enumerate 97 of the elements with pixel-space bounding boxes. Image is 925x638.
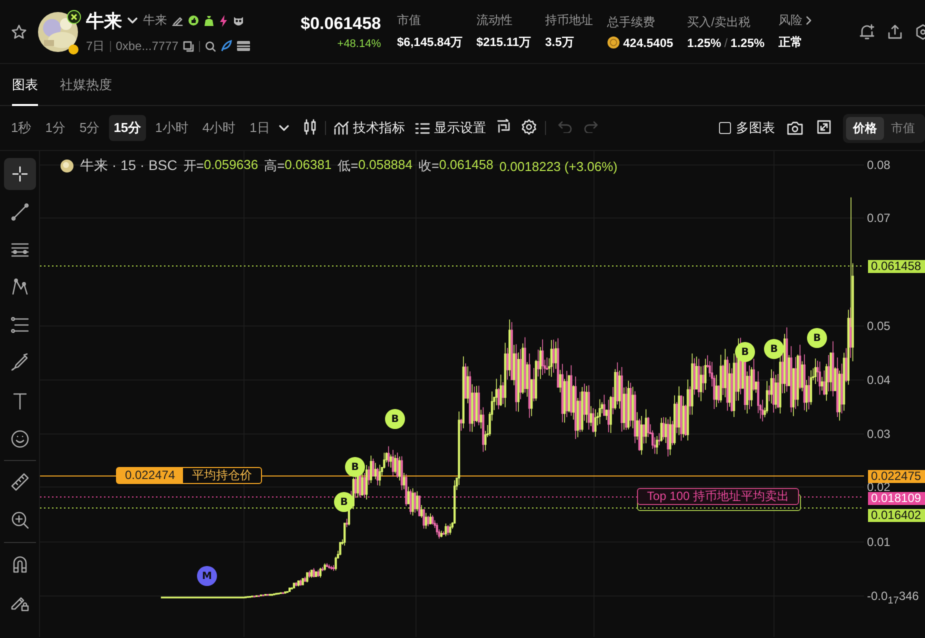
tab[interactable]: 图表	[12, 64, 38, 106]
scale-mode-tab[interactable]: 价格	[846, 116, 884, 140]
share-icon[interactable]	[887, 24, 903, 40]
pencil-icon[interactable]	[172, 15, 183, 26]
buy-marker[interactable]: B	[764, 339, 784, 359]
average-price-title: 平均持仓价	[191, 468, 254, 483]
axis-tick: 0.01	[867, 538, 892, 547]
axis-tick: 0.08	[867, 161, 892, 170]
coin-icon	[607, 36, 620, 49]
interval-tab[interactable]: 5分	[74, 115, 105, 141]
axis-tick: 0.03	[867, 430, 892, 439]
price-axis-label: 0.022475	[868, 470, 925, 483]
bell-plus-icon[interactable]	[859, 24, 875, 40]
list-icon	[414, 122, 430, 134]
change-value: 0.0018223 (+3.06%)	[499, 158, 618, 174]
indicators-button[interactable]: 技术指标	[334, 119, 405, 137]
display-settings-button[interactable]: 显示设置	[414, 119, 486, 137]
fullscreen-icon[interactable]	[817, 120, 831, 134]
interval-tab[interactable]: 4小时	[197, 115, 241, 141]
stat-label: 持币地址	[545, 12, 594, 29]
ohlc-value: 收=0.061458	[418, 157, 494, 175]
buy-marker[interactable]: B	[345, 457, 365, 477]
token-age: 7日	[86, 38, 105, 54]
line-icon	[10, 202, 30, 222]
token-name: 牛来	[86, 10, 122, 32]
bag-icon	[204, 14, 214, 26]
axis-tick: 0.02	[867, 483, 890, 492]
chevron-right-icon[interactable]	[806, 16, 812, 25]
stat-value: $6,145.84万	[397, 34, 462, 51]
chevron-down-icon[interactable]	[278, 124, 289, 132]
stat-label[interactable]: 风险	[778, 12, 803, 29]
search-icon[interactable]	[205, 40, 216, 52]
chevron-down-icon[interactable]	[127, 16, 138, 24]
ohlc-value: 开=0.059636	[183, 157, 258, 175]
stat-label: 流动性	[476, 12, 512, 29]
feather-icon[interactable]	[221, 40, 232, 52]
stat-value: 1.25%	[687, 36, 722, 50]
copy-icon[interactable]	[183, 40, 194, 52]
pattern-icon	[10, 277, 30, 298]
levels-icon	[10, 315, 30, 336]
ohlc-value: 高=0.06381	[264, 157, 332, 175]
mint-marker[interactable]: M	[197, 566, 217, 586]
price-axis-label: 0.061458	[868, 260, 925, 273]
slash-separator: /	[724, 36, 728, 50]
replay-icon[interactable]	[496, 119, 511, 134]
interval-tab[interactable]: 1秒	[6, 115, 36, 141]
bolt-icon	[219, 14, 228, 26]
average-price-value: 0.022474	[117, 468, 184, 483]
interval-tab[interactable]: 1日	[244, 115, 275, 141]
buy-marker[interactable]: B	[385, 409, 405, 429]
chain-badge-icon	[67, 10, 81, 24]
buy-marker[interactable]: B	[334, 492, 354, 512]
symbol-label: 牛来 · 15 · BSC	[80, 157, 178, 175]
brush-icon	[10, 352, 30, 373]
interval-tab[interactable]: 15分	[108, 115, 146, 141]
coin-badge-icon	[68, 44, 79, 54]
interval-tab[interactable]: 1分	[40, 115, 70, 141]
checkbox-label[interactable]: 多图表	[736, 119, 775, 137]
axis-tick: 0.04	[867, 376, 892, 385]
price-change: +48.14%	[337, 38, 381, 50]
axis-tick: -0.0$_{17}$346	[867, 592, 920, 606]
ohlc-value: 低=0.058884	[338, 157, 412, 175]
price-axis-label: 0.018109	[868, 492, 925, 505]
camera-icon[interactable]	[787, 121, 803, 135]
stat-value: 正常	[778, 34, 803, 51]
stat-label: 总手续费	[607, 14, 656, 30]
token-alias: 牛来	[143, 12, 167, 29]
stat-value: $215.11万	[476, 34, 532, 51]
interval-tab[interactable]: 1小时	[150, 115, 194, 141]
settings-icon[interactable]	[520, 118, 537, 134]
indicators-icon	[334, 121, 349, 135]
smiley-icon	[10, 428, 30, 449]
stat-value: 1.25%	[730, 36, 765, 50]
card-icon[interactable]	[237, 41, 250, 51]
tab[interactable]: 社媒热度	[60, 64, 112, 106]
buy-marker[interactable]: B	[807, 328, 827, 348]
coin-icon	[60, 159, 74, 173]
stat-label: 买入/卖出税	[687, 14, 751, 30]
price-axis-label: 0.016402	[868, 509, 925, 522]
scale-mode-tab[interactable]: 市值	[884, 116, 922, 140]
axis-tick: 0.07	[867, 214, 892, 223]
candles-icon[interactable]	[302, 118, 317, 134]
zoom-icon	[10, 510, 30, 530]
axis-tick: 0.05	[867, 322, 892, 331]
sell-line-label: Top 100 持币地址平均卖出	[637, 488, 800, 505]
stat-label: 市值	[397, 12, 421, 29]
crosshair-icon	[10, 164, 30, 184]
star-icon	[11, 24, 27, 40]
token-price: $0.061458	[300, 14, 381, 34]
contract-address: 0xbe...7777	[116, 39, 178, 53]
stat-value: 3.5万	[545, 34, 574, 51]
stat-value: 424.5405	[623, 36, 674, 50]
checkbox[interactable]	[719, 122, 731, 134]
thumb-icon	[188, 15, 199, 26]
buy-marker[interactable]: B	[735, 342, 755, 362]
crosshair-tool-button[interactable]	[4, 158, 36, 190]
ruler-icon	[10, 472, 30, 492]
